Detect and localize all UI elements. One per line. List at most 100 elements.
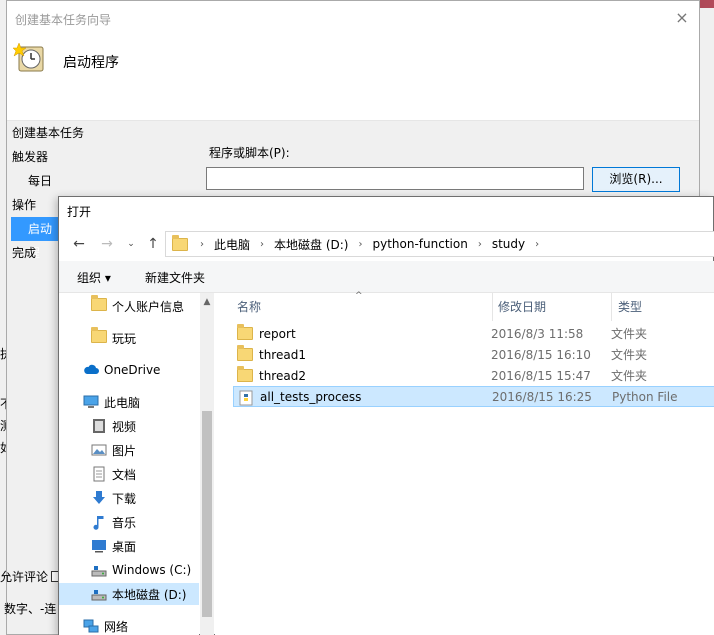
wizard-step[interactable]: 每日 — [7, 169, 197, 193]
cloud-icon — [83, 362, 99, 378]
wizard-step[interactable]: 创建基本任务 — [7, 121, 197, 145]
file-name-cell: report — [233, 323, 491, 341]
nav-item[interactable]: 视频 — [59, 415, 199, 437]
file-row[interactable]: thread1 2016/8/15 16:10 文件夹 — [233, 344, 714, 365]
file-type: 文件夹 — [611, 348, 648, 362]
network-icon — [83, 618, 99, 634]
nav-item-label: 图片 — [112, 443, 137, 458]
organize-button[interactable]: 组织 ▾ — [77, 269, 111, 286]
breadcrumb-item[interactable]: python-function — [366, 237, 473, 251]
nav-item[interactable]: 音乐 — [59, 511, 199, 533]
document-icon — [91, 466, 107, 482]
nav-item[interactable]: 桌面 — [59, 535, 199, 557]
chevron-right-icon[interactable]: › — [256, 239, 268, 250]
file-name-cell: thread1 — [233, 344, 491, 362]
forward-arrow-icon[interactable]: → — [97, 234, 117, 254]
up-arrow-icon[interactable]: ↑ — [143, 234, 163, 254]
nav-item[interactable]: 此电脑 — [59, 391, 199, 413]
wizard-step[interactable]: 触发器 — [7, 145, 197, 169]
open-file-dialog: 打开 ← → ⌄ ↑ › 此电脑 › 本地磁盘 (D:) › python-functi… — [58, 196, 714, 635]
file-list: ^ 名称 修改日期 类型 report 2016/8/3 11:58 文件夹 thre… — [215, 291, 714, 635]
folder-icon — [237, 365, 253, 383]
video-icon — [91, 418, 107, 434]
background-fragment: 数字、-连 — [4, 602, 57, 616]
dialog-toolbar: 组织 ▾ 新建文件夹 — [59, 261, 714, 293]
nav-item[interactable]: 下载 — [59, 487, 199, 509]
picture-icon — [91, 442, 107, 458]
navigation-scrollbar[interactable]: ▲ — [200, 293, 214, 635]
chevron-right-icon[interactable]: › — [531, 239, 543, 250]
breadcrumb-item[interactable]: 本地磁盘 (D:) — [268, 236, 354, 253]
wizard-title: 创建基本任务向导 — [15, 13, 112, 27]
nav-item[interactable]: Windows (C:) — [59, 559, 199, 581]
file-date: 2016/8/3 11:58 — [491, 326, 584, 341]
nav-item[interactable]: 本地磁盘 (D:) — [59, 583, 199, 605]
scroll-up-icon[interactable]: ▲ — [200, 297, 214, 307]
wizard-heading: 启动程序 — [63, 55, 119, 71]
browse-button[interactable]: 浏览(R)... — [592, 167, 680, 192]
drive-icon — [91, 562, 107, 578]
nav-item-label: 文档 — [112, 467, 137, 482]
nav-item-label: OneDrive — [104, 363, 161, 377]
file-type: Python File — [612, 389, 678, 404]
new-folder-button[interactable]: 新建文件夹 — [145, 269, 205, 286]
file-date: 2016/8/15 16:10 — [491, 347, 591, 362]
column-name[interactable]: 名称 — [231, 293, 493, 321]
nav-item-label: 下载 — [112, 491, 137, 506]
file-row[interactable]: thread2 2016/8/15 15:47 文件夹 — [233, 365, 714, 386]
nav-item[interactable]: 图片 — [59, 439, 199, 461]
close-icon[interactable]: × — [673, 9, 691, 27]
chevron-right-icon[interactable]: › — [474, 239, 486, 250]
nav-item-label: 视频 — [112, 419, 137, 434]
nav-item[interactable]: 文档 — [59, 463, 199, 485]
allow-comment-checkbox[interactable]: 允许评论 — [0, 568, 63, 585]
file-date: 2016/8/15 15:47 — [491, 368, 591, 383]
computer-icon — [83, 394, 99, 410]
folder-icon — [237, 323, 253, 341]
nav-item-label: 个人账户信息 — [112, 299, 185, 314]
back-arrow-icon[interactable]: ← — [69, 234, 89, 254]
column-type[interactable]: 类型 — [612, 293, 714, 321]
address-bar[interactable]: › 此电脑 › 本地磁盘 (D:) › python-function › study › — [165, 231, 714, 257]
column-date[interactable]: 修改日期 — [492, 293, 612, 321]
file-name: thread1 — [259, 347, 306, 362]
program-input[interactable] — [206, 167, 584, 190]
nav-item[interactable]: OneDrive — [59, 359, 199, 381]
nav-item[interactable]: 网络 — [59, 615, 199, 635]
recent-locations-icon[interactable]: ⌄ — [121, 234, 141, 254]
address-row: ← → ⌄ ↑ › 此电脑 › 本地磁盘 (D:) › python-function ›… — [59, 227, 714, 261]
program-label: 程序或脚本(P): — [209, 146, 290, 160]
file-name: thread2 — [259, 368, 306, 383]
wizard-step[interactable]: 启动程 — [11, 217, 61, 260]
wizard-titlebar: 创建基本任务向导 × — [7, 1, 699, 37]
nav-item-label: 桌面 — [112, 539, 137, 554]
wizard-header: 启动程序 — [7, 37, 699, 121]
nav-item-label: 网络 — [104, 619, 129, 634]
drive-icon — [91, 586, 107, 602]
file-name-cell: all_tests_process — [234, 390, 492, 405]
folder-icon — [237, 344, 253, 362]
chevron-right-icon: › — [200, 238, 204, 250]
desktop-icon — [91, 538, 107, 554]
scrollbar-thumb[interactable] — [202, 411, 212, 617]
download-icon — [91, 490, 107, 506]
nav-item-label: 本地磁盘 (D:) — [112, 587, 187, 602]
music-icon — [91, 514, 107, 530]
nav-item[interactable]: 玩玩 — [59, 327, 199, 349]
clock-icon — [13, 42, 44, 72]
nav-item[interactable]: 个人账户信息 — [59, 295, 199, 317]
breadcrumb-item[interactable]: 此电脑 — [208, 236, 256, 253]
file-row[interactable]: report 2016/8/3 11:58 文件夹 — [233, 323, 714, 344]
chevron-right-icon[interactable]: › — [354, 239, 366, 250]
nav-item-label: Windows (C:) — [112, 563, 192, 577]
allow-comment-label: 允许评论 — [0, 570, 49, 584]
folder-icon — [91, 295, 107, 314]
file-type: 文件夹 — [611, 369, 648, 383]
nav-item-label: 此电脑 — [104, 395, 141, 410]
folder-icon — [91, 327, 107, 346]
breadcrumb-item[interactable]: study — [486, 237, 531, 251]
file-row[interactable]: all_tests_process 2016/8/15 16:25 Python F… — [233, 386, 714, 407]
nav-item-label: 音乐 — [112, 515, 137, 530]
navigation-pane: 个人账户信息玩玩 OneDrive 此电脑视频图片文档下载音乐桌面 Windows (… — [59, 293, 199, 635]
file-date: 2016/8/15 16:25 — [492, 389, 592, 404]
